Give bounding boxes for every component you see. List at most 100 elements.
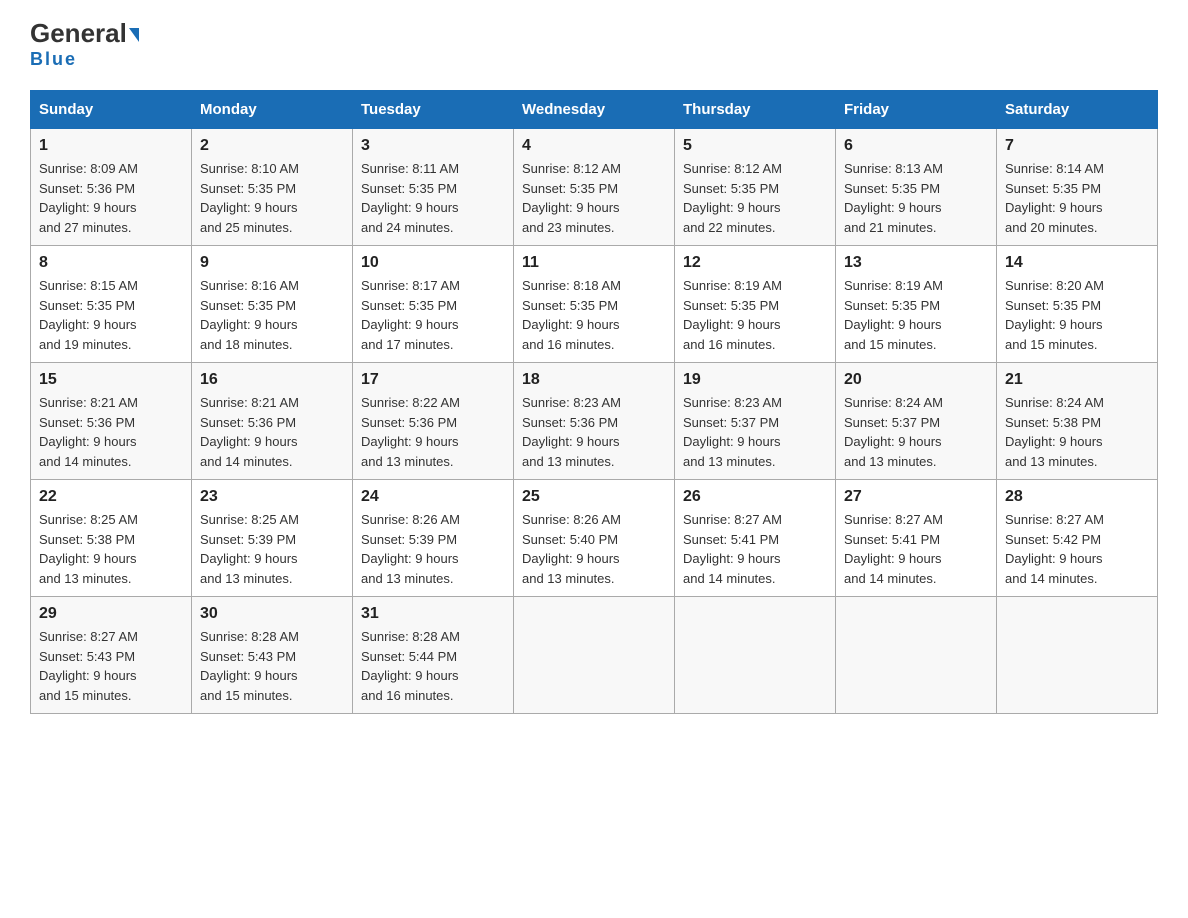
calendar-table: SundayMondayTuesdayWednesdayThursdayFrid… <box>30 90 1158 714</box>
calendar-cell: 19 Sunrise: 8:23 AM Sunset: 5:37 PM Dayl… <box>675 363 836 480</box>
day-number: 10 <box>361 254 505 272</box>
day-number: 12 <box>683 254 827 272</box>
day-info: Sunrise: 8:22 AM Sunset: 5:36 PM Dayligh… <box>361 393 505 471</box>
day-header-saturday: Saturday <box>997 91 1158 129</box>
day-number: 7 <box>1005 137 1149 155</box>
calendar-cell <box>997 597 1158 714</box>
calendar-cell: 21 Sunrise: 8:24 AM Sunset: 5:38 PM Dayl… <box>997 363 1158 480</box>
calendar-cell: 3 Sunrise: 8:11 AM Sunset: 5:35 PM Dayli… <box>353 129 514 246</box>
header-row: SundayMondayTuesdayWednesdayThursdayFrid… <box>31 91 1158 129</box>
calendar-cell: 17 Sunrise: 8:22 AM Sunset: 5:36 PM Dayl… <box>353 363 514 480</box>
calendar-cell: 25 Sunrise: 8:26 AM Sunset: 5:40 PM Dayl… <box>514 480 675 597</box>
day-number: 5 <box>683 137 827 155</box>
day-info: Sunrise: 8:15 AM Sunset: 5:35 PM Dayligh… <box>39 276 183 354</box>
calendar-cell: 23 Sunrise: 8:25 AM Sunset: 5:39 PM Dayl… <box>192 480 353 597</box>
calendar-cell: 7 Sunrise: 8:14 AM Sunset: 5:35 PM Dayli… <box>997 129 1158 246</box>
day-header-friday: Friday <box>836 91 997 129</box>
day-info: Sunrise: 8:21 AM Sunset: 5:36 PM Dayligh… <box>200 393 344 471</box>
calendar-cell: 6 Sunrise: 8:13 AM Sunset: 5:35 PM Dayli… <box>836 129 997 246</box>
day-number: 2 <box>200 137 344 155</box>
day-number: 9 <box>200 254 344 272</box>
calendar-cell <box>514 597 675 714</box>
day-info: Sunrise: 8:25 AM Sunset: 5:39 PM Dayligh… <box>200 510 344 588</box>
day-info: Sunrise: 8:12 AM Sunset: 5:35 PM Dayligh… <box>522 159 666 237</box>
calendar-cell: 28 Sunrise: 8:27 AM Sunset: 5:42 PM Dayl… <box>997 480 1158 597</box>
day-number: 23 <box>200 488 344 506</box>
calendar-cell: 22 Sunrise: 8:25 AM Sunset: 5:38 PM Dayl… <box>31 480 192 597</box>
day-info: Sunrise: 8:20 AM Sunset: 5:35 PM Dayligh… <box>1005 276 1149 354</box>
calendar-cell: 12 Sunrise: 8:19 AM Sunset: 5:35 PM Dayl… <box>675 246 836 363</box>
day-info: Sunrise: 8:09 AM Sunset: 5:36 PM Dayligh… <box>39 159 183 237</box>
calendar-cell: 10 Sunrise: 8:17 AM Sunset: 5:35 PM Dayl… <box>353 246 514 363</box>
day-info: Sunrise: 8:19 AM Sunset: 5:35 PM Dayligh… <box>844 276 988 354</box>
day-info: Sunrise: 8:10 AM Sunset: 5:35 PM Dayligh… <box>200 159 344 237</box>
day-info: Sunrise: 8:13 AM Sunset: 5:35 PM Dayligh… <box>844 159 988 237</box>
day-info: Sunrise: 8:28 AM Sunset: 5:44 PM Dayligh… <box>361 627 505 705</box>
day-number: 16 <box>200 371 344 389</box>
day-number: 21 <box>1005 371 1149 389</box>
calendar-cell: 14 Sunrise: 8:20 AM Sunset: 5:35 PM Dayl… <box>997 246 1158 363</box>
day-info: Sunrise: 8:18 AM Sunset: 5:35 PM Dayligh… <box>522 276 666 354</box>
day-header-thursday: Thursday <box>675 91 836 129</box>
day-info: Sunrise: 8:23 AM Sunset: 5:36 PM Dayligh… <box>522 393 666 471</box>
calendar-cell: 8 Sunrise: 8:15 AM Sunset: 5:35 PM Dayli… <box>31 246 192 363</box>
day-number: 26 <box>683 488 827 506</box>
calendar-cell <box>836 597 997 714</box>
week-row: 15 Sunrise: 8:21 AM Sunset: 5:36 PM Dayl… <box>31 363 1158 480</box>
calendar-cell: 20 Sunrise: 8:24 AM Sunset: 5:37 PM Dayl… <box>836 363 997 480</box>
logo: General Blue <box>30 20 139 70</box>
day-info: Sunrise: 8:23 AM Sunset: 5:37 PM Dayligh… <box>683 393 827 471</box>
day-number: 19 <box>683 371 827 389</box>
day-number: 17 <box>361 371 505 389</box>
calendar-cell: 13 Sunrise: 8:19 AM Sunset: 5:35 PM Dayl… <box>836 246 997 363</box>
day-number: 15 <box>39 371 183 389</box>
day-number: 3 <box>361 137 505 155</box>
calendar-cell: 5 Sunrise: 8:12 AM Sunset: 5:35 PM Dayli… <box>675 129 836 246</box>
logo-blue-line: Blue <box>30 49 77 70</box>
day-info: Sunrise: 8:11 AM Sunset: 5:35 PM Dayligh… <box>361 159 505 237</box>
day-info: Sunrise: 8:27 AM Sunset: 5:41 PM Dayligh… <box>844 510 988 588</box>
day-info: Sunrise: 8:17 AM Sunset: 5:35 PM Dayligh… <box>361 276 505 354</box>
day-number: 31 <box>361 605 505 623</box>
day-number: 18 <box>522 371 666 389</box>
day-number: 22 <box>39 488 183 506</box>
week-row: 8 Sunrise: 8:15 AM Sunset: 5:35 PM Dayli… <box>31 246 1158 363</box>
week-row: 29 Sunrise: 8:27 AM Sunset: 5:43 PM Dayl… <box>31 597 1158 714</box>
day-number: 6 <box>844 137 988 155</box>
day-info: Sunrise: 8:27 AM Sunset: 5:43 PM Dayligh… <box>39 627 183 705</box>
calendar-cell: 24 Sunrise: 8:26 AM Sunset: 5:39 PM Dayl… <box>353 480 514 597</box>
calendar-cell: 15 Sunrise: 8:21 AM Sunset: 5:36 PM Dayl… <box>31 363 192 480</box>
day-number: 20 <box>844 371 988 389</box>
day-info: Sunrise: 8:28 AM Sunset: 5:43 PM Dayligh… <box>200 627 344 705</box>
day-number: 27 <box>844 488 988 506</box>
day-number: 4 <box>522 137 666 155</box>
day-number: 29 <box>39 605 183 623</box>
day-info: Sunrise: 8:24 AM Sunset: 5:38 PM Dayligh… <box>1005 393 1149 471</box>
calendar-cell: 1 Sunrise: 8:09 AM Sunset: 5:36 PM Dayli… <box>31 129 192 246</box>
day-info: Sunrise: 8:27 AM Sunset: 5:41 PM Dayligh… <box>683 510 827 588</box>
day-number: 24 <box>361 488 505 506</box>
week-row: 22 Sunrise: 8:25 AM Sunset: 5:38 PM Dayl… <box>31 480 1158 597</box>
calendar-cell: 11 Sunrise: 8:18 AM Sunset: 5:35 PM Dayl… <box>514 246 675 363</box>
calendar-cell: 2 Sunrise: 8:10 AM Sunset: 5:35 PM Dayli… <box>192 129 353 246</box>
logo-general-line: General <box>30 20 139 47</box>
day-number: 8 <box>39 254 183 272</box>
day-number: 1 <box>39 137 183 155</box>
calendar-cell: 16 Sunrise: 8:21 AM Sunset: 5:36 PM Dayl… <box>192 363 353 480</box>
week-row: 1 Sunrise: 8:09 AM Sunset: 5:36 PM Dayli… <box>31 129 1158 246</box>
day-number: 30 <box>200 605 344 623</box>
day-info: Sunrise: 8:24 AM Sunset: 5:37 PM Dayligh… <box>844 393 988 471</box>
day-header-sunday: Sunday <box>31 91 192 129</box>
day-info: Sunrise: 8:27 AM Sunset: 5:42 PM Dayligh… <box>1005 510 1149 588</box>
day-info: Sunrise: 8:16 AM Sunset: 5:35 PM Dayligh… <box>200 276 344 354</box>
calendar-cell: 31 Sunrise: 8:28 AM Sunset: 5:44 PM Dayl… <box>353 597 514 714</box>
calendar-cell: 18 Sunrise: 8:23 AM Sunset: 5:36 PM Dayl… <box>514 363 675 480</box>
day-number: 11 <box>522 254 666 272</box>
day-header-tuesday: Tuesday <box>353 91 514 129</box>
calendar-cell: 29 Sunrise: 8:27 AM Sunset: 5:43 PM Dayl… <box>31 597 192 714</box>
calendar-cell <box>675 597 836 714</box>
day-info: Sunrise: 8:25 AM Sunset: 5:38 PM Dayligh… <box>39 510 183 588</box>
day-info: Sunrise: 8:26 AM Sunset: 5:40 PM Dayligh… <box>522 510 666 588</box>
day-info: Sunrise: 8:21 AM Sunset: 5:36 PM Dayligh… <box>39 393 183 471</box>
page-header: General Blue <box>30 20 1158 70</box>
